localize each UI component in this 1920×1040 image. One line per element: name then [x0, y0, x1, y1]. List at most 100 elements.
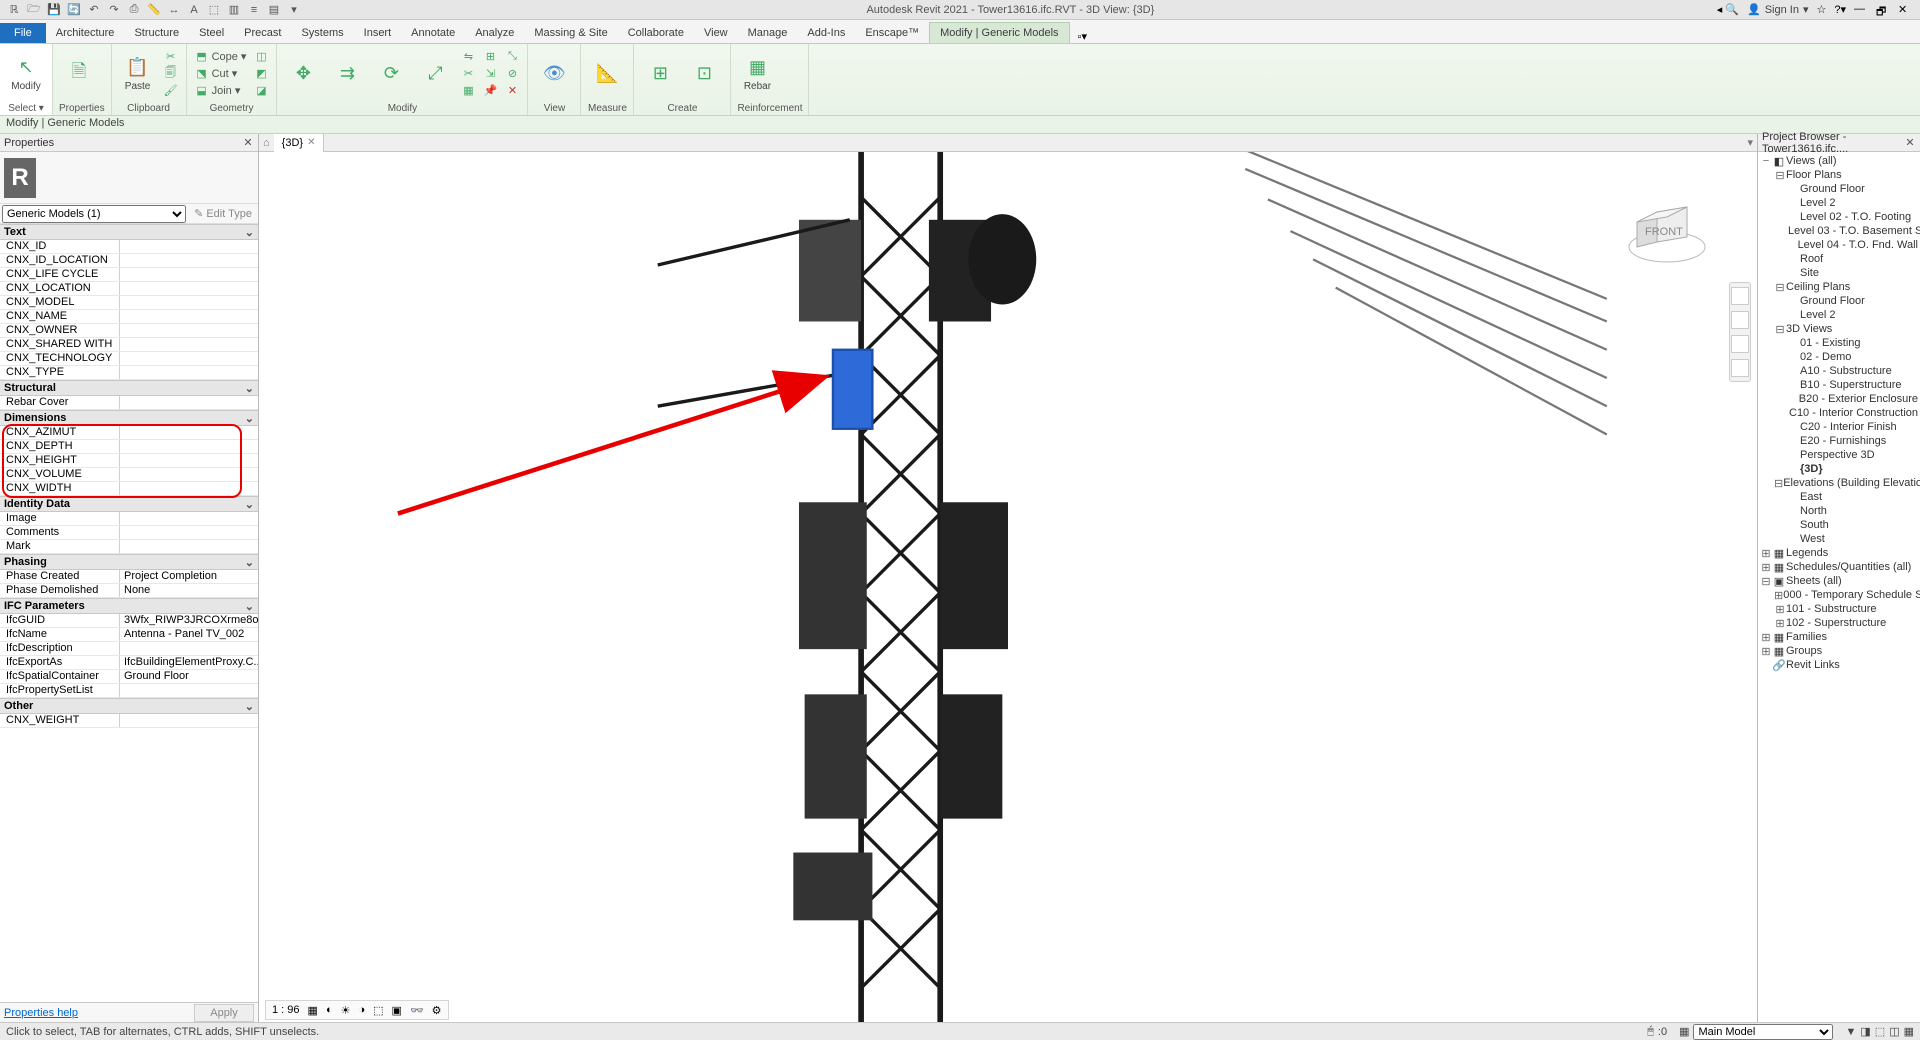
mirror-button[interactable]: ⇋	[459, 49, 477, 65]
tab-analyze[interactable]: Analyze	[465, 23, 524, 43]
tree-node[interactable]: ⊞102 - Superstructure	[1760, 616, 1918, 630]
prop-value[interactable]	[120, 324, 258, 337]
prop-value[interactable]	[120, 396, 258, 409]
status-icon-1[interactable]: ⬚	[1875, 1025, 1885, 1038]
view-button[interactable]: 👁	[534, 48, 574, 100]
help-icon[interactable]: ?▾	[1834, 3, 1846, 16]
crop-icon[interactable]: ⬚	[373, 1004, 383, 1017]
favorites-icon[interactable]: ☆	[1817, 3, 1827, 16]
expand-icon[interactable]: ⊞	[1774, 603, 1786, 616]
prop-group-phasing[interactable]: Phasing⌄	[0, 554, 258, 570]
tree-node[interactable]: ⊞▦Groups	[1760, 644, 1918, 658]
tree-node[interactable]: East	[1760, 490, 1918, 504]
tab-collaborate[interactable]: Collaborate	[618, 23, 694, 43]
prop-group-dimensions[interactable]: Dimensions⌄	[0, 410, 258, 426]
geom-mini-1[interactable]: ◫	[252, 49, 270, 65]
create-similar-button[interactable]: ⊡	[684, 48, 724, 100]
type-selector[interactable]: Generic Models (1)	[2, 205, 186, 223]
tree-node[interactable]: North	[1760, 504, 1918, 518]
prop-row[interactable]: CNX_LOCATION	[0, 282, 258, 296]
prop-row[interactable]: CNX_OWNER	[0, 324, 258, 338]
crop-visible-icon[interactable]: ▣	[392, 1004, 402, 1017]
expand-icon[interactable]: ⊟	[1774, 169, 1786, 182]
geom-mini-2[interactable]: ◩	[252, 66, 270, 82]
tree-node[interactable]: 02 - Demo	[1760, 350, 1918, 364]
tree-node[interactable]: ⊟Elevations (Building Elevation)	[1760, 476, 1918, 490]
tree-node[interactable]: Level 2	[1760, 196, 1918, 210]
visual-style-icon[interactable]: ◐	[326, 1004, 333, 1016]
undo-icon[interactable]: ↶	[86, 2, 102, 18]
tree-node[interactable]: ⊞▦Schedules/Quantities (all)	[1760, 560, 1918, 574]
prop-value[interactable]	[120, 454, 258, 467]
prop-row[interactable]: CNX_WIDTH	[0, 482, 258, 496]
delete-button[interactable]: ✕	[503, 83, 521, 99]
filter-icon[interactable]: ▼	[1845, 1026, 1856, 1038]
edit-type-button[interactable]: ✎Edit Type	[190, 207, 256, 220]
prop-value[interactable]	[120, 296, 258, 309]
tab-insert[interactable]: Insert	[354, 23, 402, 43]
tree-node[interactable]: Level 2	[1760, 308, 1918, 322]
prop-group-identity-data[interactable]: Identity Data⌄	[0, 496, 258, 512]
view-tab-3d[interactable]: {3D} ✕	[274, 134, 325, 152]
tree-node[interactable]: West	[1760, 532, 1918, 546]
tree-node[interactable]: 01 - Existing	[1760, 336, 1918, 350]
create-button[interactable]: ⊞	[640, 48, 680, 100]
tree-node[interactable]: Ground Floor	[1760, 182, 1918, 196]
maximize-icon[interactable]: 🗗	[1876, 3, 1890, 17]
tree-node[interactable]: E20 - Furnishings	[1760, 434, 1918, 448]
close-icon[interactable]: ✕	[1898, 3, 1912, 17]
prop-group-other[interactable]: Other⌄	[0, 698, 258, 714]
array-button[interactable]: ▦	[459, 83, 477, 99]
zoom-icon[interactable]	[1731, 335, 1749, 353]
prop-row[interactable]: IfcSpatialContainerGround Floor	[0, 670, 258, 684]
dimension-icon[interactable]: ↔	[166, 2, 182, 18]
tree-node[interactable]: C20 - Interior Finish	[1760, 420, 1918, 434]
measure-icon[interactable]: 📏	[146, 2, 162, 18]
prop-value[interactable]: 3Wfx_RIWP3JRCOXrme8ott	[120, 614, 258, 627]
offset-button[interactable]: ⇲	[481, 66, 499, 82]
copy-button[interactable]: ⇉	[327, 48, 367, 100]
prop-value[interactable]	[120, 482, 258, 495]
move-button[interactable]: ✥	[283, 48, 323, 100]
temp-hide-icon[interactable]: 👓	[410, 1004, 424, 1017]
expand-icon[interactable]: −	[1760, 155, 1772, 167]
tab-massing-site[interactable]: Massing & Site	[524, 23, 617, 43]
prop-value[interactable]: Project Completion	[120, 570, 258, 583]
prop-value[interactable]	[120, 440, 258, 453]
view-scale[interactable]: 1 : 96	[272, 1004, 300, 1016]
prop-value[interactable]	[120, 426, 258, 439]
save-icon[interactable]: 💾	[46, 2, 62, 18]
properties-button[interactable]: 🗎	[59, 48, 99, 100]
print-icon[interactable]: ⎙	[126, 2, 142, 18]
rotate-button[interactable]: ⟳	[371, 48, 411, 100]
prop-value[interactable]	[120, 268, 258, 281]
prop-row[interactable]: IfcGUID3Wfx_RIWP3JRCOXrme8ott	[0, 614, 258, 628]
expand-icon[interactable]: ⊟	[1774, 477, 1783, 490]
prop-row[interactable]: Comments	[0, 526, 258, 540]
tree-node[interactable]: −◧Views (all)	[1760, 154, 1918, 168]
prop-row[interactable]: CNX_ID	[0, 240, 258, 254]
tab-add-ins[interactable]: Add-Ins	[797, 23, 855, 43]
expand-icon[interactable]: ⊟	[1774, 323, 1786, 336]
sun-path-icon[interactable]: ☀	[341, 1004, 351, 1017]
model-combo[interactable]: Main Model	[1693, 1024, 1833, 1040]
tree-node[interactable]: {3D}	[1760, 462, 1918, 476]
prop-row[interactable]: CNX_SHARED WITH	[0, 338, 258, 352]
join-button[interactable]: ⬓Join ▾	[193, 83, 249, 99]
tree-node[interactable]: ⊟3D Views	[1760, 322, 1918, 336]
tree-node[interactable]: 🔗Revit Links	[1760, 658, 1918, 672]
tree-node[interactable]: ⊟▣Sheets (all)	[1760, 574, 1918, 588]
unpin-button[interactable]: ⊘	[503, 66, 521, 82]
editable-only-icon[interactable]: ◨	[1860, 1025, 1870, 1038]
home-view-icon[interactable]: ⌂	[259, 137, 274, 149]
apply-button[interactable]: Apply	[194, 1004, 254, 1022]
tree-node[interactable]: A10 - Substructure	[1760, 364, 1918, 378]
sync-icon[interactable]: 🔄	[66, 2, 82, 18]
prop-value[interactable]	[120, 282, 258, 295]
tab-file[interactable]: File	[0, 23, 46, 43]
expand-icon[interactable]: ⊞	[1760, 645, 1772, 658]
prop-row[interactable]: IfcDescription	[0, 642, 258, 656]
expand-icon[interactable]: ⊞	[1774, 617, 1786, 630]
prop-row[interactable]: Mark	[0, 540, 258, 554]
tree-node[interactable]: ⊞101 - Substructure	[1760, 602, 1918, 616]
